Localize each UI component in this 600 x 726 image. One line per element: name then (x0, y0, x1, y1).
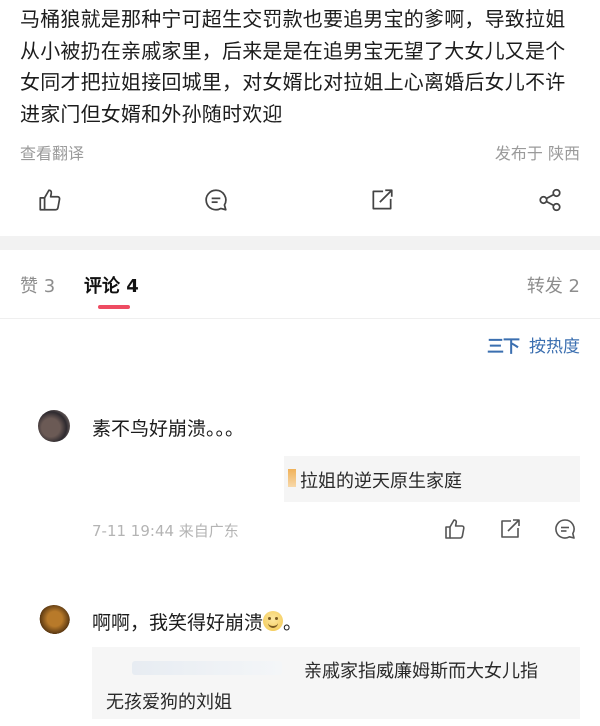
translate-link[interactable]: 查看翻译 (20, 140, 84, 164)
reply-preview[interactable]: 亲戚家指威廉姆斯而大女儿指 无孩爱狗的刘姐 (92, 647, 580, 719)
comment-icon (555, 519, 575, 539)
comment-button[interactable] (200, 184, 232, 216)
sort-label: 按热度 (529, 337, 580, 357)
section-gap (0, 236, 600, 250)
quote-thumbnail-icon (288, 469, 296, 487)
active-tab-indicator (98, 305, 130, 309)
quoted-post-text: 拉姐的逆天原生家庭 (300, 471, 462, 492)
post-location: 发布于 陕西 (494, 144, 580, 163)
reply-text-line1: 亲戚家指威廉姆斯而大女儿指 (304, 661, 538, 682)
quoted-post[interactable]: 拉姐的逆天原生家庭 (284, 456, 580, 502)
share-nodes-icon (539, 188, 561, 212)
comment-repost-button[interactable] (498, 517, 524, 543)
post-text: 马桶狼就是那种宁可超生交罚款也要追男宝的爹啊，导致拉姐从小被扔在亲戚家里，后来是… (20, 7, 566, 126)
share-button[interactable] (534, 184, 566, 216)
comment-text-end: 。 (283, 612, 303, 634)
sort-icon: 三下 (487, 337, 520, 357)
tab-bar: 赞 3 评论 4 转发 2 (0, 250, 600, 312)
external-share-icon (501, 519, 520, 538)
comment-text-body: 啊啊，我笑得好崩溃 (92, 612, 264, 634)
comment-reply-button[interactable] (553, 517, 579, 543)
tab-reposts[interactable]: 转发 2 (527, 272, 580, 298)
avatar[interactable] (38, 410, 70, 442)
comment-icon (205, 189, 227, 211)
tab-likes[interactable]: 赞 3 (20, 272, 55, 298)
thumb-up-icon (445, 519, 465, 539)
comment-text: 啊啊，我笑得好崩溃。 (92, 608, 302, 635)
post-action-bar (0, 184, 600, 220)
tab-divider (0, 318, 600, 319)
external-share-icon (372, 189, 393, 210)
blurred-username (132, 661, 282, 675)
sort-control[interactable]: 三下 按热度 (487, 332, 580, 357)
thumb-up-icon (39, 189, 61, 211)
post-meta: 查看翻译 发布于 陕西 (20, 140, 580, 164)
tab-comments[interactable]: 评论 4 (84, 272, 139, 298)
avatar[interactable] (32, 599, 76, 643)
reply-text-line2: 无孩爱狗的刘姐 (106, 692, 232, 713)
comment-text: 素不鸟好崩溃。。。 (92, 418, 245, 440)
comment-meta: 7-11 19:44 来自广东 (92, 522, 239, 540)
smile-emoji-icon (263, 611, 284, 631)
repost-button[interactable] (366, 184, 398, 216)
comment-like-button[interactable] (443, 517, 469, 543)
like-button[interactable] (34, 184, 66, 216)
